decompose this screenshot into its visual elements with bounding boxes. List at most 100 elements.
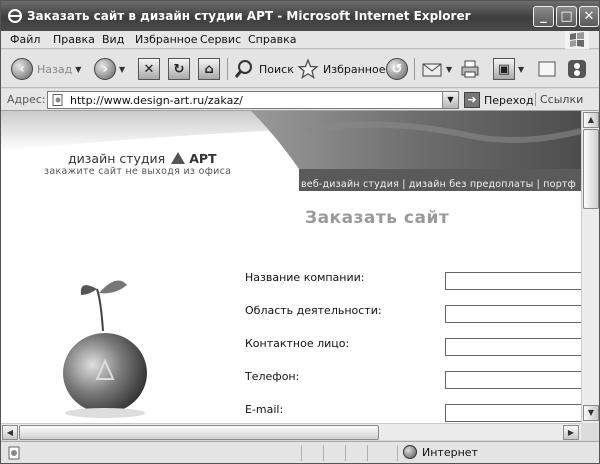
address-dropdown-icon[interactable]: ▼ (442, 92, 458, 108)
scrollbar-corner (581, 423, 599, 440)
toolbar-separator (227, 58, 228, 80)
mail-icon (422, 63, 442, 77)
vertical-scroll-thumb[interactable] (583, 129, 599, 209)
logo-triangle-icon (171, 152, 186, 164)
internet-explorer-icon (8, 9, 22, 23)
history-icon: ↺ (386, 58, 408, 80)
scroll-up-arrow-icon[interactable]: ▲ (583, 112, 599, 128)
status-bar: Интернет (1, 441, 599, 463)
page-status-icon (8, 446, 20, 460)
maximize-icon: □ (560, 9, 573, 24)
site-logo[interactable]: дизайн студия АРТ (68, 151, 217, 166)
site-tagline: закажите сайт не выходя из офиса (44, 166, 232, 177)
edit-button[interactable]: ▣ ▼ (493, 57, 524, 81)
close-icon: ✕ (583, 9, 595, 24)
status-pane (345, 445, 346, 461)
forward-dropdown-icon[interactable]: ▼ (119, 65, 125, 74)
printer-icon (461, 60, 479, 78)
back-label: Назад (37, 62, 73, 76)
minimize-icon: _ (540, 9, 547, 24)
print-button[interactable] (459, 57, 481, 81)
search-label: Поиск (259, 62, 294, 76)
horizontal-scroll-thumb[interactable] (19, 425, 379, 440)
discuss-icon (538, 61, 556, 77)
go-button[interactable]: ➜ Переход (464, 91, 534, 109)
stop-button[interactable]: ✕ (138, 57, 160, 81)
status-pane (397, 445, 398, 461)
browser-window: Заказать сайт в дизайн студии АРТ - Micr… (0, 0, 600, 464)
windows-logo-icon (565, 31, 589, 49)
logo-text: дизайн студия (68, 151, 166, 166)
star-icon (297, 58, 319, 79)
minimize-button[interactable]: _ (533, 6, 554, 27)
home-button[interactable]: ⌂ (198, 57, 220, 81)
status-pane (323, 445, 324, 461)
menu-view[interactable]: Вид (102, 33, 124, 46)
forward-arrow-icon: › (94, 58, 116, 80)
window-title: Заказать сайт в дизайн студии АРТ - Micr… (27, 9, 471, 23)
back-button[interactable]: ‹ Назад ▼ (11, 57, 81, 81)
site-nav[interactable]: веб-дизайн студия | дизайн без предоплат… (301, 179, 576, 190)
close-button[interactable]: ✕ (579, 6, 599, 27)
search-icon (234, 60, 252, 78)
menu-help[interactable]: Справка (248, 33, 296, 46)
favorites-label: Избранное (323, 62, 386, 76)
back-dropdown-icon[interactable]: ▼ (75, 65, 81, 74)
apple-sprout-image (63, 280, 147, 418)
email-label: E-mail: (245, 403, 284, 416)
stop-icon: ✕ (138, 58, 160, 80)
standard-toolbar: ‹ Назад ▼ › ▼ ✕ ↻ ⌂ Поиск Избранное ↺ ▼ … (1, 50, 599, 88)
scroll-down-arrow-icon[interactable]: ▼ (583, 405, 599, 421)
security-zone[interactable]: Интернет (403, 445, 478, 459)
mail-button[interactable]: ▼ (421, 57, 452, 81)
logo-brand: АРТ (189, 151, 217, 166)
horizontal-scrollbar[interactable]: ◀ ▶ (1, 423, 581, 440)
menu-favorites[interactable]: Избранное (135, 33, 197, 46)
title-bar[interactable]: Заказать сайт в дизайн студии АРТ - Micr… (1, 1, 599, 31)
refresh-button[interactable]: ↻ (168, 57, 190, 81)
menu-tools[interactable]: Сервис (200, 33, 241, 46)
favorites-button[interactable]: Избранное (297, 57, 385, 81)
phone-label: Телефон: (245, 370, 300, 383)
page-viewport: дизайн студия АРТ закажите сайт не выходя… (1, 111, 581, 423)
business-area-input[interactable] (445, 305, 581, 323)
contact-person-input[interactable] (445, 338, 581, 356)
scroll-left-arrow-icon[interactable]: ◀ (2, 425, 18, 440)
zone-label: Интернет (422, 445, 478, 459)
mail-dropdown-icon[interactable]: ▼ (446, 65, 452, 74)
contact-person-label: Контактное лицо: (245, 337, 350, 350)
vertical-scrollbar[interactable]: ▲ ▼ (581, 111, 599, 423)
business-area-label: Область деятельности: (245, 304, 382, 317)
messenger-icon (568, 60, 586, 78)
home-icon: ⌂ (198, 58, 220, 80)
search-button[interactable]: Поиск (233, 57, 294, 81)
phone-input[interactable] (445, 371, 581, 389)
menu-edit[interactable]: Правка (53, 33, 95, 46)
menu-bar: Файл Правка Вид Избранное Сервис Справка (1, 31, 599, 49)
maximize-button[interactable]: □ (556, 6, 577, 27)
back-arrow-icon: ‹ (11, 58, 33, 80)
page-icon (52, 94, 63, 106)
go-label: Переход (484, 93, 534, 107)
globe-icon (403, 445, 417, 459)
company-name-label: Название компании: (245, 271, 365, 284)
history-button[interactable]: ↺ (386, 57, 408, 81)
messenger-button[interactable] (566, 57, 588, 81)
address-url: http://www.design-art.ru/zakaz/ (70, 94, 243, 107)
refresh-icon: ↻ (168, 58, 190, 80)
email-input[interactable] (445, 404, 581, 422)
discuss-button[interactable] (536, 57, 558, 81)
edit-dropdown-icon[interactable]: ▼ (518, 65, 524, 74)
status-pane (367, 445, 368, 461)
toolbar-separator (414, 58, 415, 80)
go-arrow-icon: ➜ (464, 92, 480, 108)
address-input[interactable]: http://www.design-art.ru/zakaz/ ▼ (47, 91, 459, 109)
company-name-input[interactable] (445, 272, 581, 290)
scroll-right-arrow-icon[interactable]: ▶ (563, 425, 579, 440)
menu-file[interactable]: Файл (10, 33, 40, 46)
page-heading: Заказать сайт (305, 208, 450, 228)
forward-button[interactable]: › ▼ (94, 57, 125, 81)
address-bar: Адрес: http://www.design-art.ru/zakaz/ ▼… (1, 89, 599, 111)
edit-icon: ▣ (493, 58, 515, 80)
links-toolbar[interactable]: Ссылки (535, 93, 583, 106)
